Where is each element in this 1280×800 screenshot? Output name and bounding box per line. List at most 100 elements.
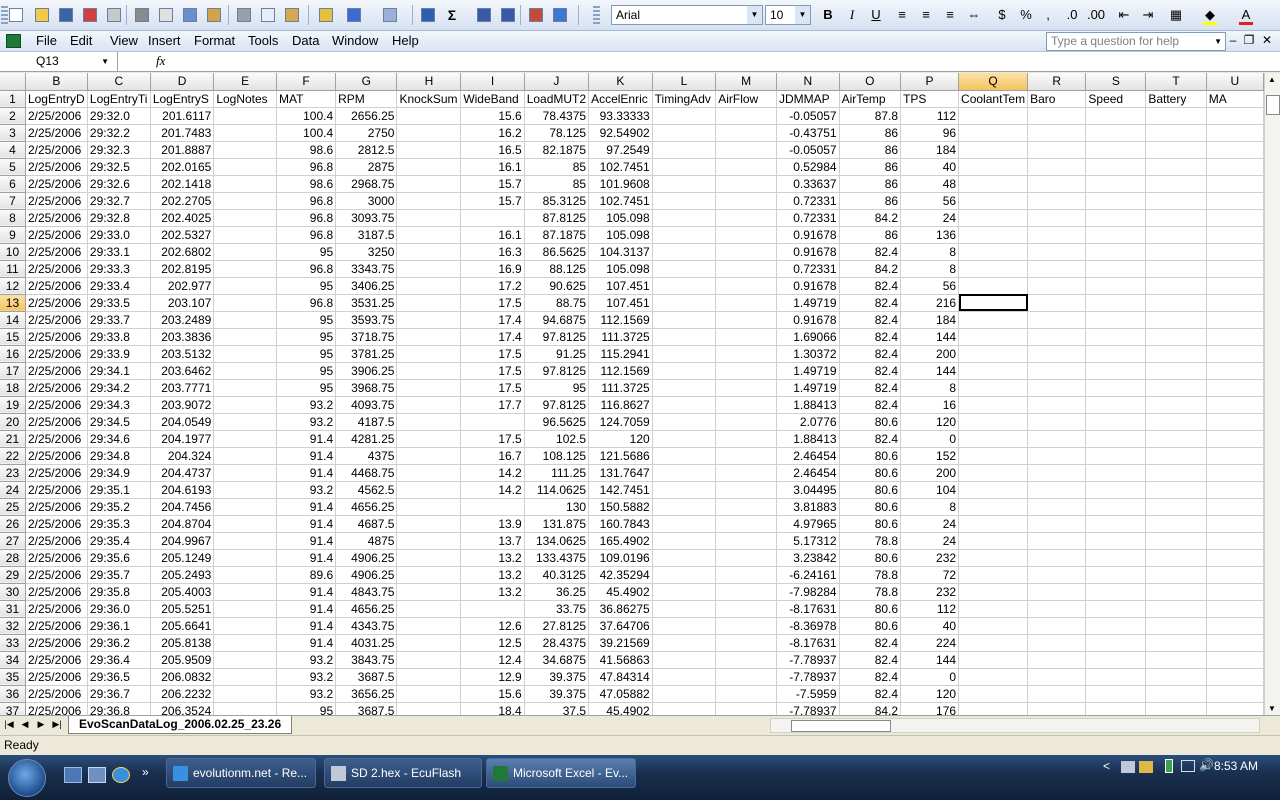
data-cell[interactable]: 86 — [839, 175, 902, 193]
column-header-b[interactable]: B — [25, 73, 88, 91]
data-cell[interactable]: 3781.25 — [335, 345, 398, 363]
data-cell[interactable] — [1145, 175, 1207, 193]
data-cell[interactable]: 2/25/2006 — [25, 328, 88, 346]
data-cell[interactable]: 87.1875 — [524, 226, 590, 244]
data-cell[interactable] — [1085, 141, 1147, 159]
data-cell[interactable]: 8 — [900, 498, 960, 516]
italic-button[interactable]: I — [842, 5, 862, 25]
undo-icon[interactable] — [344, 5, 364, 25]
data-cell[interactable]: 82.4 — [839, 379, 902, 397]
first-sheet-icon[interactable]: |◀ — [2, 719, 16, 730]
data-cell[interactable]: 112 — [900, 600, 960, 618]
data-cell[interactable]: 37.64706 — [588, 617, 653, 635]
data-cell[interactable]: 86 — [839, 158, 902, 176]
data-cell[interactable]: 15.7 — [460, 192, 525, 210]
data-cell[interactable] — [1145, 209, 1207, 227]
row-header[interactable]: 4 — [0, 141, 26, 159]
data-cell[interactable] — [1206, 328, 1264, 346]
data-cell[interactable] — [958, 141, 1029, 159]
data-cell[interactable]: 136 — [900, 226, 960, 244]
data-cell[interactable]: 80.6 — [839, 600, 902, 618]
data-cell[interactable]: 17.5 — [460, 345, 525, 363]
data-cell[interactable]: 4656.25 — [335, 498, 398, 516]
column-title-cell[interactable]: RPM — [335, 90, 398, 108]
data-cell[interactable] — [396, 685, 462, 703]
data-cell[interactable] — [715, 277, 777, 295]
data-cell[interactable]: 3593.75 — [335, 311, 398, 329]
data-cell[interactable] — [1085, 430, 1147, 448]
column-header-q[interactable]: Q — [958, 73, 1029, 91]
data-cell[interactable] — [652, 464, 717, 482]
data-cell[interactable]: 203.7771 — [150, 379, 215, 397]
data-cell[interactable]: 130 — [524, 498, 590, 516]
data-cell[interactable]: 3968.75 — [335, 379, 398, 397]
spreadsheet-grid[interactable]: B C D E F G H I J K L M N O P Q R S T U 1 LogEntryD LogEntryTi… — [0, 73, 1264, 715]
start-button[interactable] — [8, 759, 46, 797]
data-cell[interactable] — [652, 311, 717, 329]
data-cell[interactable] — [1027, 617, 1087, 635]
data-cell[interactable]: 201.6117 — [150, 107, 215, 125]
data-cell[interactable]: 102.7451 — [588, 192, 653, 210]
data-cell[interactable] — [652, 328, 717, 346]
data-cell[interactable]: 205.8138 — [150, 634, 215, 652]
data-cell[interactable]: 206.2232 — [150, 685, 215, 703]
data-cell[interactable]: 108.125 — [524, 447, 590, 465]
data-cell[interactable]: 24 — [900, 515, 960, 533]
data-cell[interactable]: 204.324 — [150, 447, 215, 465]
data-cell[interactable]: 160.7843 — [588, 515, 653, 533]
data-cell[interactable]: 95 — [276, 277, 337, 295]
data-cell[interactable] — [1206, 226, 1264, 244]
data-cell[interactable] — [1027, 549, 1087, 567]
data-cell[interactable] — [958, 532, 1029, 550]
data-cell[interactable]: 17.5 — [460, 379, 525, 397]
data-cell[interactable] — [1206, 243, 1264, 261]
data-cell[interactable] — [1145, 260, 1207, 278]
data-cell[interactable] — [958, 515, 1029, 533]
column-title-cell[interactable]: AccelEnric — [588, 90, 653, 108]
data-cell[interactable]: 29:36.2 — [87, 634, 151, 652]
data-cell[interactable] — [652, 226, 717, 244]
data-cell[interactable] — [958, 175, 1029, 193]
data-cell[interactable] — [1085, 447, 1147, 465]
data-cell[interactable] — [1027, 260, 1087, 278]
data-cell[interactable]: 202.2705 — [150, 192, 215, 210]
battery-icon[interactable] — [1165, 759, 1173, 773]
data-cell[interactable]: 17.5 — [460, 294, 525, 312]
data-cell[interactable]: -8.36978 — [776, 617, 840, 635]
data-cell[interactable] — [396, 124, 462, 142]
data-cell[interactable] — [652, 243, 717, 261]
column-header-l[interactable]: L — [652, 73, 717, 91]
task-button-browser[interactable]: evolutionm.net - Re... — [166, 758, 316, 788]
data-cell[interactable] — [958, 566, 1029, 584]
data-cell[interactable]: 2/25/2006 — [25, 668, 88, 686]
data-cell[interactable] — [1027, 566, 1087, 584]
open-icon[interactable] — [32, 5, 52, 25]
row-header[interactable]: 25 — [0, 498, 26, 516]
data-cell[interactable]: 203.2489 — [150, 311, 215, 329]
data-cell[interactable]: 120 — [900, 413, 960, 431]
data-cell[interactable]: 115.2941 — [588, 345, 653, 363]
data-cell[interactable]: 29:34.1 — [87, 362, 151, 380]
data-cell[interactable]: 131.7647 — [588, 464, 653, 482]
data-cell[interactable] — [396, 192, 462, 210]
data-cell[interactable] — [213, 430, 278, 448]
data-cell[interactable]: 8 — [900, 379, 960, 397]
row-header[interactable]: 37 — [0, 702, 26, 715]
data-cell[interactable] — [715, 447, 777, 465]
data-cell[interactable] — [958, 447, 1029, 465]
data-cell[interactable] — [1206, 532, 1264, 550]
data-cell[interactable] — [1085, 549, 1147, 567]
data-cell[interactable] — [1206, 124, 1264, 142]
data-cell[interactable]: 112 — [900, 107, 960, 125]
row-header[interactable]: 32 — [0, 617, 26, 635]
data-cell[interactable] — [396, 396, 462, 414]
menu-help[interactable]: Help — [390, 33, 421, 49]
data-cell[interactable] — [396, 311, 462, 329]
data-cell[interactable]: 84.2 — [839, 702, 902, 715]
column-header-f[interactable]: F — [276, 73, 337, 91]
data-cell[interactable]: 101.9608 — [588, 175, 653, 193]
data-cell[interactable] — [1206, 260, 1264, 278]
data-cell[interactable] — [396, 481, 462, 499]
data-cell[interactable]: 91.4 — [276, 617, 337, 635]
data-cell[interactable]: 184 — [900, 311, 960, 329]
